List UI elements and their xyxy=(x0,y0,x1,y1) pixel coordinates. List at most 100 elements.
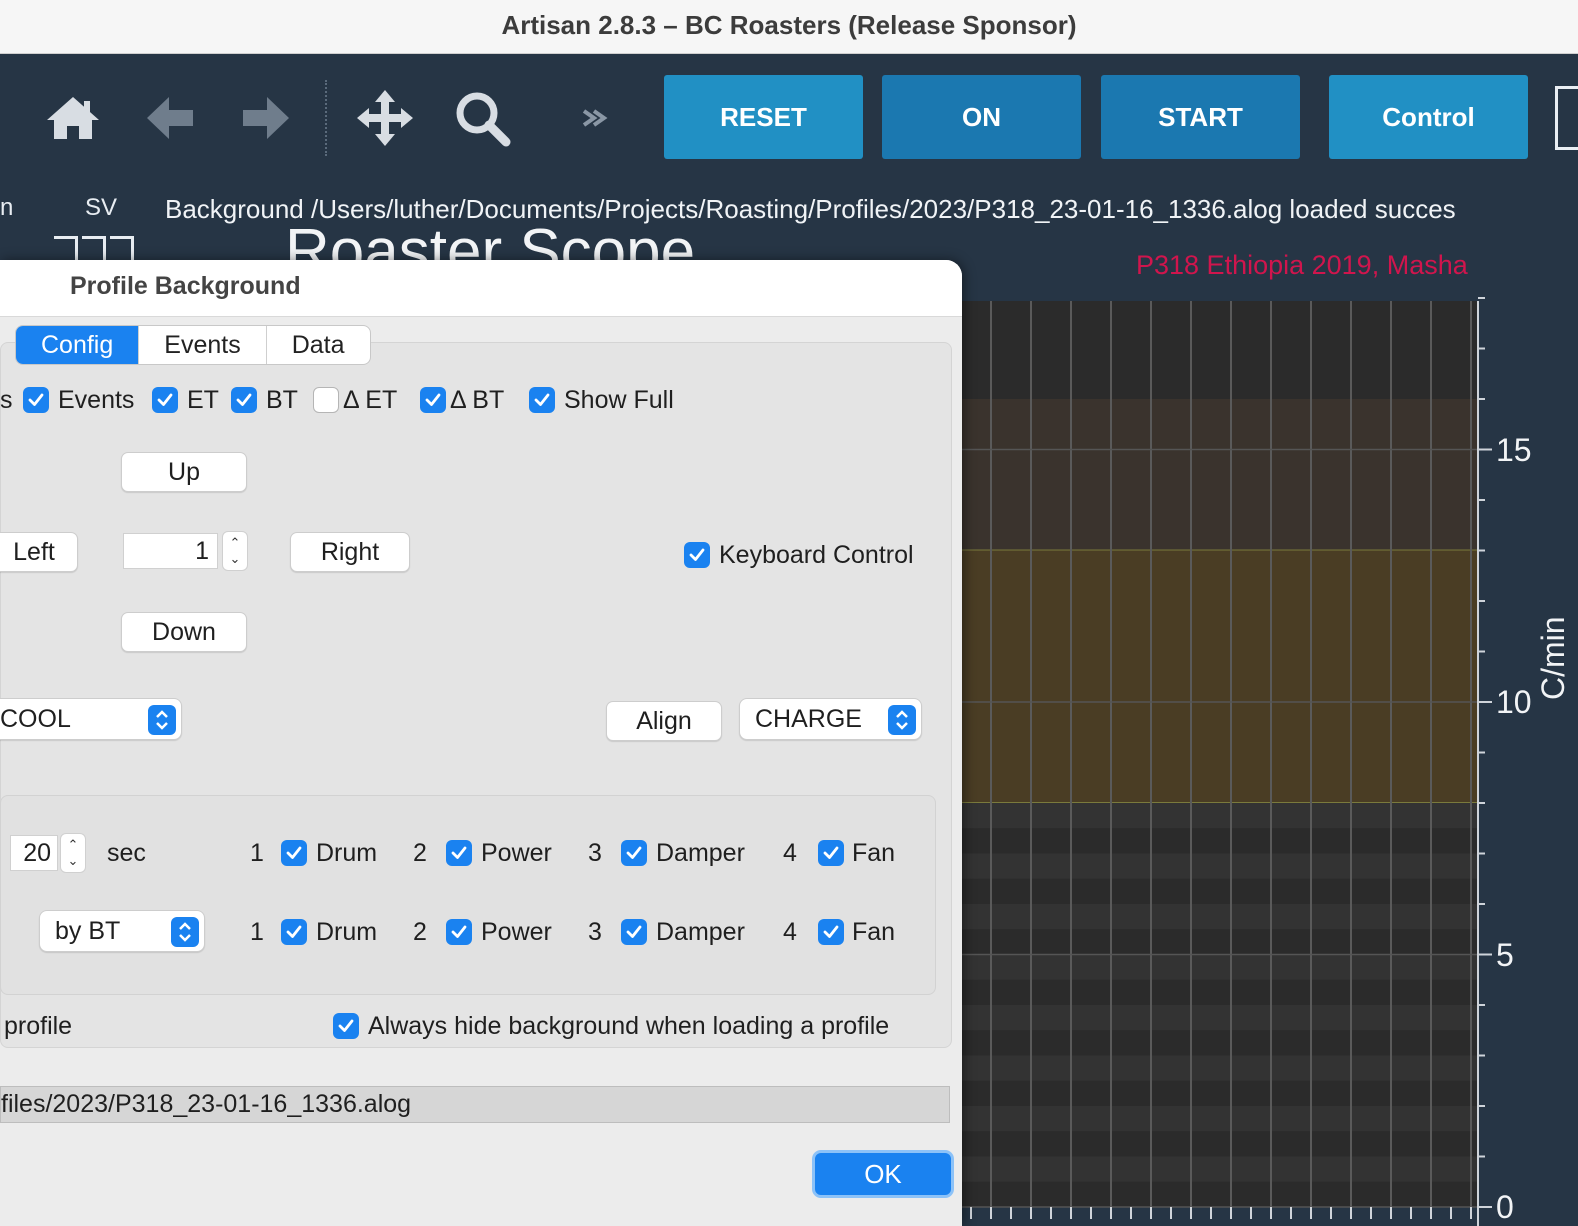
delta-bt-checkbox-label: Δ BT xyxy=(450,386,505,414)
ok-button[interactable]: OK xyxy=(812,1150,954,1198)
keyboard-control-checkbox[interactable] xyxy=(684,542,710,568)
back-arrow-icon[interactable] xyxy=(140,88,200,148)
start-button[interactable]: START xyxy=(1101,75,1300,159)
event-label: Fan xyxy=(852,839,896,867)
replay-power-checkbox[interactable] xyxy=(446,840,472,866)
tab-data[interactable]: Data xyxy=(267,326,370,364)
move-right-button[interactable]: Right xyxy=(290,532,410,572)
event-label: Power xyxy=(481,918,552,946)
replay-seconds-field[interactable]: 20 xyxy=(10,835,58,871)
move-step-field[interactable]: 1 xyxy=(123,533,218,569)
y-tick-label: 10 xyxy=(1496,684,1532,720)
delta-bt-checkbox[interactable] xyxy=(420,387,446,413)
keyboard-control-label: Keyboard Control xyxy=(719,541,914,569)
align-event-select-value: COOL xyxy=(0,704,71,733)
status-left-label: n xyxy=(0,194,14,221)
event-number: 2 xyxy=(413,918,427,946)
replay-fan-checkbox[interactable] xyxy=(818,840,844,866)
profile-background-dialog: Profile Background Config Events Data s … xyxy=(0,260,962,1226)
stripe xyxy=(958,1005,1478,1031)
bt-checkbox[interactable] xyxy=(231,387,257,413)
event-label: Drum xyxy=(316,918,378,946)
align-target-select[interactable]: CHARGE xyxy=(739,698,922,740)
select-arrows-icon xyxy=(171,917,199,947)
stripe xyxy=(958,853,1478,879)
always-hide-label: Always hide background when loading a pr… xyxy=(368,1012,890,1040)
replay-group xyxy=(0,795,936,995)
dialog-header: Profile Background xyxy=(0,260,962,317)
show-row-partial-label: s xyxy=(0,386,13,414)
zoom-search-icon[interactable] xyxy=(452,88,512,148)
replay-seconds-unit: sec xyxy=(107,839,146,867)
home-icon[interactable] xyxy=(43,88,103,148)
stripe xyxy=(958,803,1478,829)
replay-mode-select-value: by BT xyxy=(55,916,121,945)
background-path-value: files/2023/P318_23-01-16_1336.alog xyxy=(1,1090,412,1118)
partial-toolbar-button[interactable] xyxy=(1555,86,1578,150)
tab-events[interactable]: Events xyxy=(139,326,267,364)
forward-arrow-icon[interactable] xyxy=(236,88,296,148)
replay2-power-checkbox[interactable] xyxy=(446,919,472,945)
stripe xyxy=(958,954,1478,980)
y-axis-label: C/min xyxy=(1535,616,1571,700)
select-arrows-icon xyxy=(888,705,916,735)
stripe xyxy=(958,1106,1478,1132)
always-hide-checkbox[interactable] xyxy=(333,1013,359,1039)
background-path-field[interactable]: files/2023/P318_23-01-16_1336.alog xyxy=(0,1086,950,1123)
events-checkbox-label: Events xyxy=(58,386,135,414)
event-label: Drum xyxy=(316,839,378,867)
delta-et-checkbox[interactable] xyxy=(313,387,339,413)
et-checkbox[interactable] xyxy=(152,387,178,413)
phase-band xyxy=(958,399,1478,551)
event-label: Damper xyxy=(656,839,745,867)
events-checkbox[interactable] xyxy=(23,387,49,413)
chart-title: Roaster Scope xyxy=(285,221,696,261)
event-number: 3 xyxy=(588,839,602,867)
delta-et-checkbox-label: Δ ET xyxy=(343,386,398,414)
align-event-select[interactable]: COOL xyxy=(0,698,182,740)
window-titlebar: Artisan 2.8.3 – BC Roasters (Release Spo… xyxy=(0,0,1578,54)
stripe xyxy=(958,904,1478,930)
stripe xyxy=(958,1055,1478,1081)
et-checkbox-label: ET xyxy=(187,386,219,414)
replay-seconds-stepper[interactable]: ⌃ ⌄ xyxy=(60,833,86,873)
replay-mode-select[interactable]: by BT xyxy=(39,910,205,952)
toolbar-separator xyxy=(325,80,327,156)
replay-damper-checkbox[interactable] xyxy=(621,840,647,866)
event-label: Power xyxy=(481,839,552,867)
sv-label: SV xyxy=(85,194,118,221)
event-number: 4 xyxy=(783,918,797,946)
bt-checkbox-label: BT xyxy=(266,386,298,414)
on-button[interactable]: ON xyxy=(882,75,1081,159)
lcd-readout xyxy=(54,236,140,260)
event-label: Damper xyxy=(656,918,745,946)
tab-bar: Config Events Data xyxy=(15,325,371,365)
replay-drum-checkbox[interactable] xyxy=(281,840,307,866)
y-tick-label: 5 xyxy=(1496,936,1514,973)
tab-config[interactable]: Config xyxy=(16,326,140,364)
move-down-button[interactable]: Down xyxy=(121,612,247,652)
replay2-drum-checkbox[interactable] xyxy=(281,919,307,945)
replay2-damper-checkbox[interactable] xyxy=(621,919,647,945)
dialog-title: Profile Background xyxy=(70,272,301,300)
move-left-button[interactable]: Left xyxy=(0,532,78,572)
event-number: 3 xyxy=(588,918,602,946)
profile-partial-label: profile xyxy=(4,1012,73,1040)
align-button[interactable]: Align xyxy=(606,701,722,741)
align-target-select-value: CHARGE xyxy=(755,704,862,733)
y-tick-label: 0 xyxy=(1496,1189,1514,1225)
pan-move-icon[interactable] xyxy=(355,88,415,148)
move-step-stepper[interactable]: ⌃ ⌄ xyxy=(222,531,248,571)
window-title: Artisan 2.8.3 – BC Roasters (Release Spo… xyxy=(501,10,1077,40)
roast-chart[interactable] xyxy=(958,297,1578,1226)
reset-button[interactable]: RESET xyxy=(664,75,863,159)
event-number: 1 xyxy=(250,918,264,946)
control-button[interactable]: Control xyxy=(1329,75,1528,159)
event-number: 4 xyxy=(783,839,797,867)
replay2-fan-checkbox[interactable] xyxy=(818,919,844,945)
more-chevron-icon[interactable] xyxy=(566,88,626,148)
y-tick-label: 15 xyxy=(1496,431,1532,468)
show-full-checkbox-label: Show Full xyxy=(564,386,674,414)
move-up-button[interactable]: Up xyxy=(121,452,247,492)
show-full-checkbox[interactable] xyxy=(529,387,555,413)
